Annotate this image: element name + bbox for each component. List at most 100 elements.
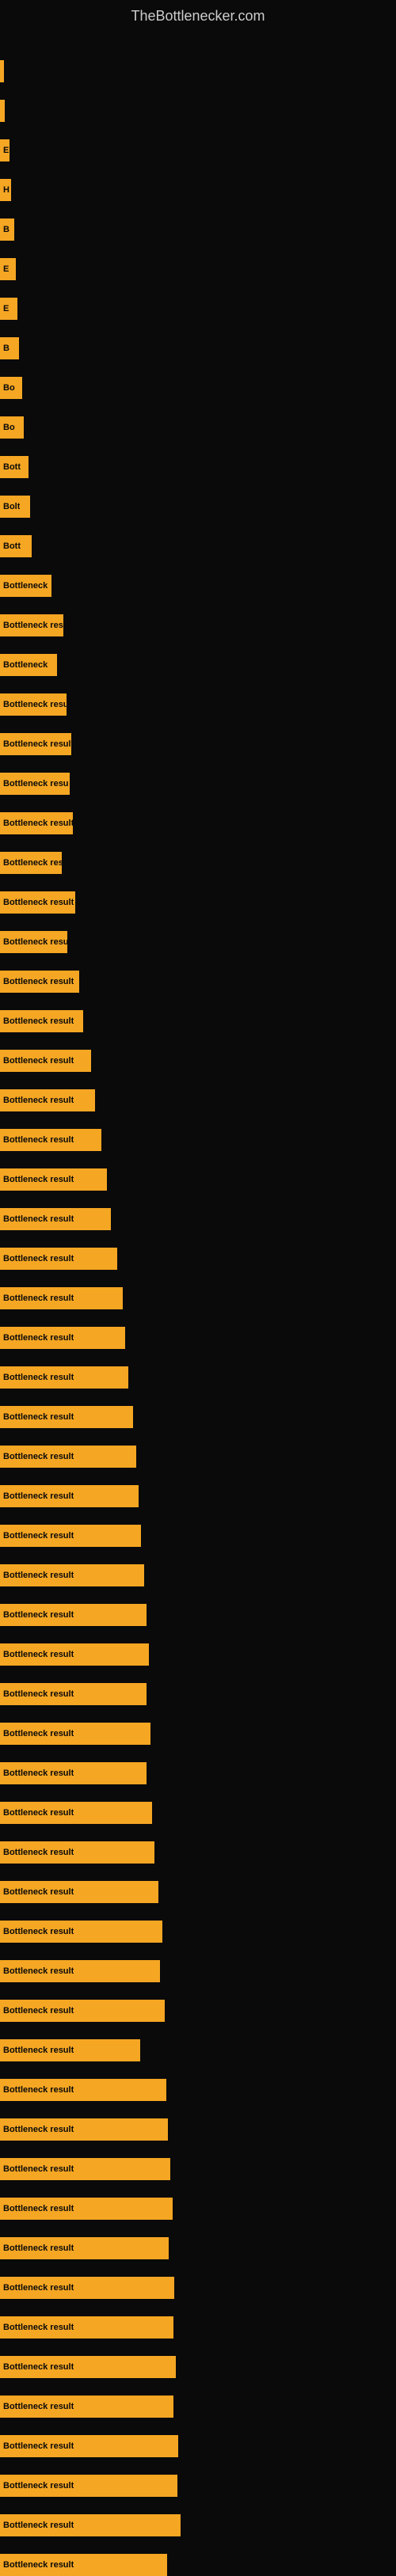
- bar: Bottleneck result: [0, 2039, 140, 2061]
- bar-label: Bolt: [3, 502, 20, 511]
- bar-label: Bo: [3, 383, 15, 393]
- bar-row: [0, 60, 396, 82]
- bar: Bottleneck result: [0, 1366, 128, 1389]
- bar-row: Bottleneck resu: [0, 693, 396, 716]
- bar-label: Bottleneck result: [3, 2204, 74, 2213]
- bar: Bottleneck result: [0, 2198, 173, 2220]
- bar: B: [0, 218, 14, 241]
- bar: Bottleneck result: [0, 1802, 152, 1824]
- bar-row: Bottleneck res: [0, 852, 396, 874]
- bar-label: Bottleneck result: [3, 977, 74, 986]
- bar: Bottleneck result: [0, 1287, 123, 1309]
- bar-row: Bottleneck res: [0, 614, 396, 636]
- bar: Bottleneck result: [0, 1406, 133, 1428]
- bar: Bottleneck result: [0, 2158, 170, 2180]
- bar-label: Bott: [3, 462, 21, 472]
- bar-label: Bottleneck result: [3, 2125, 74, 2134]
- bar-label: Bottleneck result: [3, 1452, 74, 1461]
- bar: Bott: [0, 535, 32, 557]
- bar-row: Bottleneck result: [0, 1089, 396, 1111]
- bar: [0, 60, 4, 82]
- bar-row: Bottleneck result: [0, 2237, 396, 2259]
- bar-label: B: [3, 225, 10, 234]
- bar: Bottleneck res: [0, 614, 63, 636]
- bar-label: Bottleneck result: [3, 2164, 74, 2174]
- bar: Bottleneck result: [0, 2356, 176, 2378]
- bar: Bottleneck result: [0, 1604, 147, 1626]
- bar: E: [0, 139, 10, 161]
- bar-row: Bottleneck result: [0, 1841, 396, 1864]
- bar: Bottleneck result: [0, 812, 73, 834]
- bar-label: Bottleneck result: [3, 2521, 74, 2530]
- bar-label: Bottleneck result: [3, 2085, 74, 2095]
- bar: Bottleneck result: [0, 1525, 141, 1547]
- bar: Bottleneck result: [0, 2079, 166, 2101]
- bar-label: Bottleneck result: [3, 1808, 74, 1818]
- bar-label: Bo: [3, 423, 15, 432]
- bar-row: Bottleneck result: [0, 971, 396, 993]
- bar-row: Bottleneck result: [0, 2000, 396, 2022]
- bar-label: Bottleneck result: [3, 1016, 74, 1026]
- bar-row: Bottleneck result: [0, 1327, 396, 1349]
- bar-label: Bottleneck result: [3, 2244, 74, 2253]
- bar-row: Bottleneck result: [0, 1723, 396, 1745]
- bar-row: Bottleneck result: [0, 733, 396, 755]
- bar-row: Bottleneck result: [0, 2277, 396, 2299]
- bar-label: Bottleneck result: [3, 819, 73, 828]
- bar-row: Bolt: [0, 496, 396, 518]
- bar: E: [0, 298, 17, 320]
- bar-row: Bottleneck result: [0, 1643, 396, 1666]
- bar-row: [0, 100, 396, 122]
- bar-row: Bottleneck result: [0, 1802, 396, 1824]
- bar-row: Bottleneck result: [0, 1010, 396, 1032]
- bar-row: Bottleneck result: [0, 1050, 396, 1072]
- bar-row: Bottleneck result: [0, 1129, 396, 1151]
- bar-label: Bottleneck result: [3, 1966, 74, 1976]
- bar: [0, 100, 5, 122]
- bar: Bottleneck result: [0, 2000, 165, 2022]
- bar: Bolt: [0, 496, 30, 518]
- bar-row: Bott: [0, 456, 396, 478]
- bar: Bottleneck result: [0, 1960, 160, 1982]
- bar: Bo: [0, 416, 24, 439]
- bar-label: Bottleneck result: [3, 1333, 74, 1343]
- bar-row: Bottleneck result: [0, 891, 396, 914]
- bar-label: Bottleneck result: [3, 1887, 74, 1897]
- bar-row: Bottleneck result: [0, 812, 396, 834]
- bar-row: Bottleneck result: [0, 1604, 396, 1626]
- bar-row: Bottleneck result: [0, 1564, 396, 1586]
- bar-label: Bottleneck result: [3, 1175, 74, 1184]
- bar-row: Bottleneck result: [0, 1525, 396, 1547]
- bar: E: [0, 258, 16, 280]
- bar: B: [0, 337, 19, 359]
- bar-label: Bottleneck result: [3, 1254, 74, 1263]
- bar-label: Bottleneck result: [3, 739, 71, 749]
- bar: Bottleneck: [0, 654, 57, 676]
- bar-label: Bottleneck result: [3, 1135, 74, 1145]
- bar-row: Bottleneck result: [0, 1762, 396, 1784]
- bar-row: Bo: [0, 416, 396, 439]
- bar-row: Bottleneck result: [0, 2118, 396, 2141]
- bar: Bottleneck result: [0, 1089, 95, 1111]
- bar: Bottleneck: [0, 575, 51, 597]
- bar-label: Bottleneck result: [3, 1214, 74, 1224]
- bar-label: E: [3, 264, 9, 274]
- site-title: TheBottlenecker.com: [0, 0, 396, 28]
- bar: Bottleneck result: [0, 733, 71, 755]
- bar-label: Bottleneck result: [3, 2402, 74, 2411]
- bar: Bottleneck result: [0, 971, 79, 993]
- bar: Bottleneck result: [0, 1564, 144, 1586]
- bar-row: Bottleneck result: [0, 1683, 396, 1705]
- bar-label: Bottleneck resu: [3, 937, 67, 947]
- bar: Bottleneck res: [0, 852, 62, 874]
- bar-label: E: [3, 146, 9, 155]
- bar: Bottleneck result: [0, 2118, 168, 2141]
- bar-label: Bottleneck result: [3, 1531, 74, 1541]
- site-title-container: TheBottlenecker.com: [0, 0, 396, 28]
- bar-label: Bottleneck result: [3, 1056, 74, 1066]
- bar-label: Bottleneck result: [3, 2441, 74, 2451]
- bar-row: Bottleneck result: [0, 2554, 396, 2576]
- bar-label: Bottleneck result: [3, 1610, 74, 1620]
- bar-row: Bottleneck result: [0, 2316, 396, 2339]
- bar-label: Bottleneck result: [3, 1294, 74, 1303]
